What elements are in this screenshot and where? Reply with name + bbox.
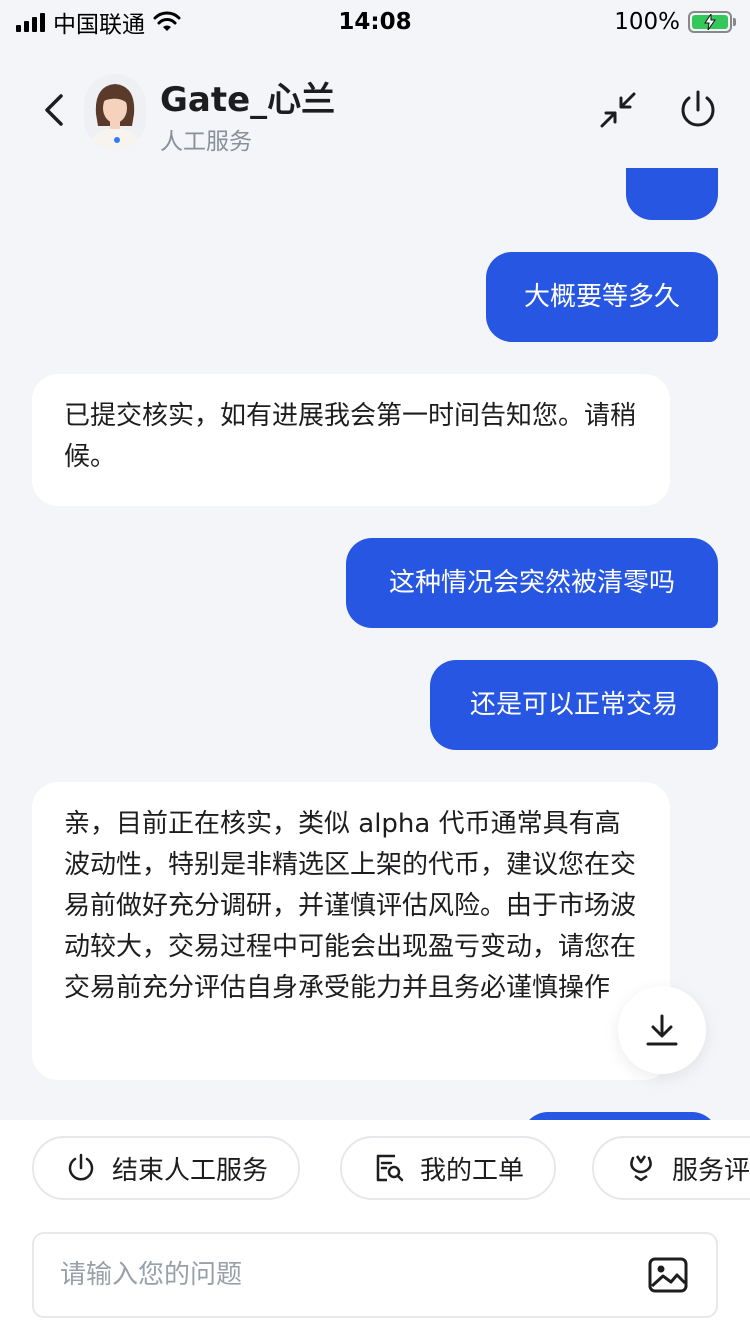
chevron-left-icon [45,94,63,126]
back-button[interactable] [36,88,72,132]
agent-message: 亲，目前正在核实，类似 alpha 代币通常具有高波动性，特别是非精选区上架的代… [32,782,670,1080]
service-rating-chip[interactable]: 服务评 [592,1136,750,1200]
chat-header: Gate_心兰 人工服务 [0,58,750,168]
download-arrow-icon [646,1014,678,1046]
chip-label: 结束人工服务 [112,1155,269,1186]
composer-area: 结束人工服务 我的工单 服务评 [0,1120,750,1334]
image-icon [648,1257,688,1293]
rating-icon [624,1151,658,1185]
end-session-button[interactable] [676,88,720,132]
agent-message: 已提交核实，如有进展我会第一时间告知您。请稍候。 [32,374,670,506]
user-message: 这种情况会突然被清零吗 [346,538,718,628]
chip-label: 服务评 [672,1155,750,1186]
quick-actions: 结束人工服务 我的工单 服务评 [0,1136,750,1200]
cellular-signal-icon [16,12,45,32]
battery-percent: 100% [614,9,680,35]
user-message: 大概要等多久 [486,252,718,342]
carrier-label: 中国联通 [53,12,145,38]
ticket-search-icon [372,1151,406,1185]
user-message: 还是可以正常交易 [430,660,718,750]
send-image-button[interactable] [646,1253,690,1297]
agent-name: Gate_心兰 [160,80,336,120]
user-message-partial [522,1112,718,1120]
my-tickets-chip[interactable]: 我的工单 [340,1136,557,1200]
end-service-chip[interactable]: 结束人工服务 [32,1136,301,1200]
message-input-box [32,1232,718,1318]
chip-label: 我的工单 [420,1155,525,1186]
battery-icon [688,11,736,33]
power-icon [64,1151,98,1185]
minimize-arrows-icon [600,92,636,128]
scroll-to-bottom-button[interactable] [618,986,706,1074]
agent-status: 人工服务 [160,129,252,155]
minimize-button[interactable] [596,88,640,132]
power-icon [681,90,715,127]
agent-avatar [84,74,146,150]
status-bar: 中国联通 14:08 100% [0,0,750,44]
wifi-icon [153,11,181,31]
user-message-partial [626,168,718,220]
message-input[interactable] [60,1260,646,1290]
message-list[interactable]: 大概要等多久 已提交核实，如有进展我会第一时间告知您。请稍候。 这种情况会突然被… [0,168,750,1120]
